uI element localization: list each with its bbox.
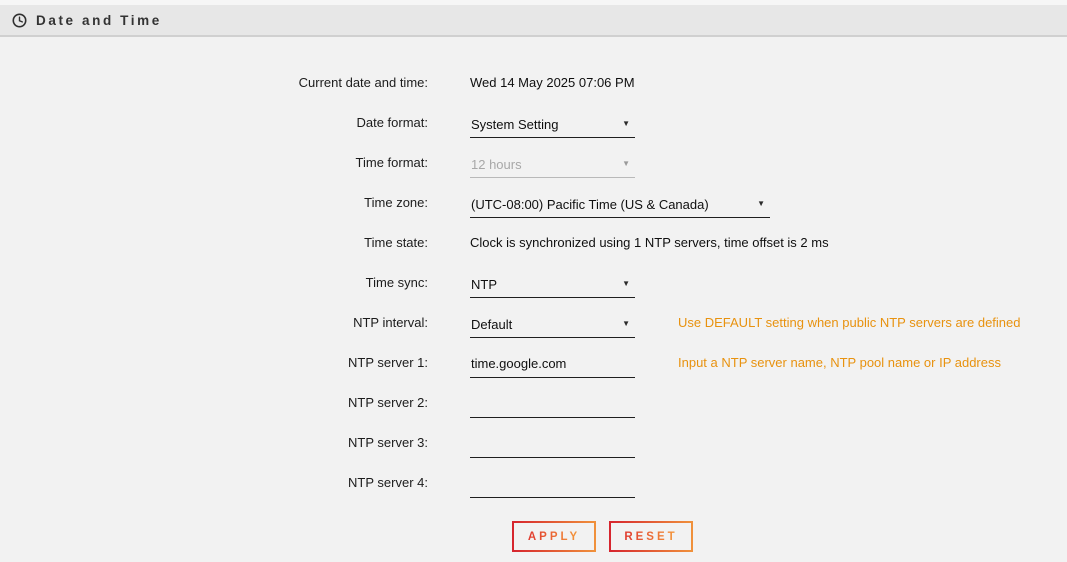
ntp-server-2-input[interactable]	[470, 395, 635, 418]
time-format-select: 12 hours ▼	[470, 156, 635, 178]
reset-button-label: RESET	[624, 531, 677, 543]
form-row-current-datetime: Current date and time:Wed 14 May 2025 07…	[0, 62, 1067, 102]
reset-button[interactable]: RESET	[609, 521, 693, 552]
date-format-select[interactable]: System Setting ▼	[470, 116, 635, 138]
dropdown-arrow-icon: ▼	[622, 280, 632, 288]
time-sync-selected-value: NTP	[471, 277, 497, 292]
apply-button-label: APPLY	[528, 531, 580, 543]
form-row-time-state: Time state:Clock is synchronized using 1…	[0, 222, 1067, 262]
time-sync-label: Time sync:	[0, 275, 470, 290]
current-datetime-label: Current date and time:	[0, 75, 470, 90]
form-actions: APPLY RESET	[0, 521, 1067, 552]
ntp-server-3-input[interactable]	[470, 435, 635, 458]
ntp-server-1-hint: Input a NTP server name, NTP pool name o…	[678, 355, 1001, 370]
ntp-interval-selected-value: Default	[471, 317, 512, 332]
form-row-time-sync: Time sync:NTP ▼	[0, 262, 1067, 302]
form-row-ntp-server-1: NTP server 1: Input a NTP server name, NT…	[0, 342, 1067, 382]
current-datetime-value: Wed 14 May 2025 07:06 PM	[470, 75, 635, 90]
time-zone-selected-value: (UTC-08:00) Pacific Time (US & Canada)	[471, 197, 709, 212]
form-row-ntp-interval: NTP interval:Default ▼ Use DEFAULT setting…	[0, 302, 1067, 342]
dropdown-arrow-icon: ▼	[622, 120, 632, 128]
ntp-interval-select[interactable]: Default ▼	[470, 316, 635, 338]
ntp-interval-label: NTP interval:	[0, 315, 470, 330]
time-state-label: Time state:	[0, 235, 470, 250]
form-row-date-format: Date format:System Setting ▼	[0, 102, 1067, 142]
date-time-form: Current date and time:Wed 14 May 2025 07…	[0, 62, 1067, 502]
dropdown-arrow-icon: ▼	[757, 200, 767, 208]
date-format-selected-value: System Setting	[471, 117, 558, 132]
time-state-value: Clock is synchronized using 1 NTP server…	[470, 235, 829, 250]
form-row-ntp-server-4: NTP server 4:	[0, 462, 1067, 502]
page-title: Date and Time	[36, 13, 162, 28]
form-row-time-format: Time format:12 hours ▼	[0, 142, 1067, 182]
ntp-server-3-label: NTP server 3:	[0, 435, 470, 450]
ntp-server-1-label: NTP server 1:	[0, 355, 470, 370]
date-format-label: Date format:	[0, 115, 470, 130]
time-format-selected-value: 12 hours	[471, 157, 522, 172]
ntp-server-1-input[interactable]	[470, 355, 635, 378]
dropdown-arrow-icon: ▼	[622, 160, 632, 168]
section-header: Date and Time	[0, 5, 1067, 37]
ntp-server-4-input[interactable]	[470, 475, 635, 498]
form-row-ntp-server-3: NTP server 3:	[0, 422, 1067, 462]
time-format-label: Time format:	[0, 155, 470, 170]
time-zone-label: Time zone:	[0, 195, 470, 210]
form-row-time-zone: Time zone:(UTC-08:00) Pacific Time (US &…	[0, 182, 1067, 222]
clock-icon	[12, 13, 27, 28]
dropdown-arrow-icon: ▼	[622, 320, 632, 328]
apply-button[interactable]: APPLY	[512, 521, 596, 552]
time-zone-select[interactable]: (UTC-08:00) Pacific Time (US & Canada) ▼	[470, 196, 770, 218]
time-sync-select[interactable]: NTP ▼	[470, 276, 635, 298]
ntp-interval-hint: Use DEFAULT setting when public NTP serv…	[678, 315, 1021, 330]
ntp-server-4-label: NTP server 4:	[0, 475, 470, 490]
ntp-server-2-label: NTP server 2:	[0, 395, 470, 410]
form-row-ntp-server-2: NTP server 2:	[0, 382, 1067, 422]
